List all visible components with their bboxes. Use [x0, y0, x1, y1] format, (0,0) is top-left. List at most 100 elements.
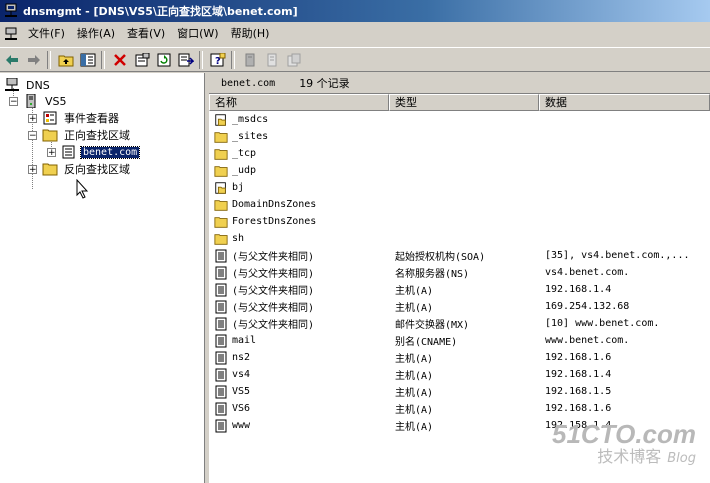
- show-tree-icon: [80, 53, 96, 66]
- record-row[interactable]: DomainDnsZones: [209, 196, 710, 213]
- up-folder-icon: [58, 55, 74, 66]
- tree-node-event-viewer[interactable]: 事件查看器: [42, 110, 121, 126]
- column-header-data[interactable]: 数据: [539, 94, 710, 111]
- record-name: VS5: [232, 386, 251, 397]
- forward-button[interactable]: [24, 50, 44, 70]
- tree-node-zone-benet[interactable]: benet.com: [61, 144, 141, 160]
- tree-node-forward-zones[interactable]: 正向查找区域: [42, 127, 132, 143]
- mouse-cursor-icon: [76, 179, 89, 199]
- expand-icon[interactable]: +: [28, 114, 37, 124]
- record-row[interactable]: _sites: [209, 128, 710, 145]
- toolbar-separator: [47, 50, 51, 69]
- tree-node-dns[interactable]: DNS: [4, 77, 52, 93]
- record-name: VS6: [232, 403, 251, 414]
- tree-node-reverse-zones[interactable]: 反向查找区域: [42, 161, 132, 177]
- menu-bar: 文件(F) 操作(A) 查看(V) 窗口(W) 帮助(H): [0, 24, 710, 44]
- record-name-cell: mail: [209, 334, 389, 348]
- menu-file[interactable]: 文件(F): [22, 25, 71, 43]
- dns-window-icon[interactable]: [3, 26, 19, 42]
- column-header-type[interactable]: 类型: [389, 94, 539, 111]
- delete-icon: [114, 53, 126, 66]
- record-row[interactable]: VS5 主机(A) 192.168.1.5: [209, 383, 710, 400]
- menu-action[interactable]: 操作(A): [71, 25, 121, 43]
- record-row[interactable]: _udp: [209, 162, 710, 179]
- record-type: 主机(A): [395, 303, 434, 314]
- record-name-cell: bj: [209, 181, 389, 195]
- folder-icon: [214, 130, 232, 144]
- record-list: _msdcs _sites _tcp _udpbj DomainDnsZones Fore…: [209, 111, 710, 434]
- record-name-cell: ForestDnsZones: [209, 215, 389, 229]
- help-button[interactable]: ?: [208, 50, 228, 70]
- show-tree-button[interactable]: [78, 50, 98, 70]
- export-icon: [178, 53, 194, 66]
- folder-icon: [214, 147, 232, 161]
- toolbar-separator: [231, 50, 235, 69]
- record-row[interactable]: mail 别名(CNAME) www.benet.com.: [209, 332, 710, 349]
- record-row[interactable]: (与父文件夹相同) 主机(A) 169.254.132.68: [209, 298, 710, 315]
- record-row[interactable]: (与父文件夹相同) 主机(A) 192.168.1.4: [209, 281, 710, 298]
- record-row[interactable]: _tcp: [209, 145, 710, 162]
- expand-icon[interactable]: +: [28, 165, 37, 175]
- menu-window[interactable]: 窗口(W): [171, 25, 224, 43]
- record-row[interactable]: (与父文件夹相同) 邮件交换器(MX) [10] www.benet.com.: [209, 315, 710, 332]
- record-icon: [214, 368, 232, 382]
- tree-label-dns: DNS: [26, 78, 50, 92]
- record-row[interactable]: ns2 主机(A) 192.168.1.6: [209, 349, 710, 366]
- expand-icon[interactable]: +: [47, 148, 56, 158]
- server-button[interactable]: [240, 50, 260, 70]
- record-name-cell: _tcp: [209, 147, 389, 161]
- delete-button[interactable]: [110, 50, 130, 70]
- record-icon: [214, 419, 232, 433]
- record-row[interactable]: _msdcs: [209, 111, 710, 128]
- record-type: 别名(CNAME): [395, 337, 458, 348]
- tree-node-server[interactable]: VS5: [23, 93, 69, 109]
- record-name: _tcp: [232, 148, 257, 159]
- record-row[interactable]: vs4 主机(A) 192.168.1.4: [209, 366, 710, 383]
- up-level-button[interactable]: [56, 50, 76, 70]
- record-name-cell: VS5: [209, 385, 389, 399]
- new-record-button[interactable]: [284, 50, 304, 70]
- toolbar-separator: [199, 50, 203, 69]
- record-row[interactable]: (与父文件夹相同) 名称服务器(NS) vs4.benet.com.: [209, 264, 710, 281]
- tree-label-reverse-zones: 反向查找区域: [64, 163, 130, 176]
- doc-button[interactable]: [262, 50, 282, 70]
- toolbar-separator: [101, 50, 105, 69]
- record-icon: [214, 351, 232, 365]
- collapse-icon[interactable]: −: [28, 131, 37, 141]
- record-icon: [214, 266, 232, 280]
- record-name-cell: _msdcs: [209, 113, 389, 127]
- column-header-name[interactable]: 名称: [209, 94, 389, 111]
- collapse-icon[interactable]: −: [9, 97, 18, 107]
- folder-icon: [214, 198, 232, 212]
- record-name-cell: VS6: [209, 402, 389, 416]
- tree-label-server: VS5: [45, 94, 67, 108]
- record-data: 192.168.1.5: [545, 386, 612, 397]
- new-record-icon: [287, 53, 301, 66]
- record-name: DomainDnsZones: [232, 199, 317, 210]
- record-row[interactable]: ForestDnsZones: [209, 213, 710, 230]
- record-name-cell: (与父文件夹相同): [209, 265, 389, 280]
- export-list-button[interactable]: [176, 50, 196, 70]
- record-name: _msdcs: [232, 114, 269, 125]
- dns-icon: [5, 78, 19, 91]
- menu-help[interactable]: 帮助(H): [225, 25, 276, 43]
- record-data: [35], vs4.benet.com.,...: [545, 250, 690, 261]
- properties-button[interactable]: [132, 50, 152, 70]
- back-button[interactable]: [2, 50, 22, 70]
- record-row[interactable]: (与父文件夹相同) 起始授权机构(SOA) [35], vs4.benet.com.…: [209, 247, 710, 264]
- console-tree[interactable]: DNS − VS5 + 事件查看器 − 正向查找区域 + benet.com +…: [0, 73, 205, 483]
- record-row[interactable]: VS6 主机(A) 192.168.1.6: [209, 400, 710, 417]
- record-row[interactable]: sh: [209, 230, 710, 247]
- result-pane[interactable]: benet.com 19 个记录 名称 类型 数据 _msdcs _sites _t…: [209, 73, 710, 483]
- record-name: (与父文件夹相同): [232, 320, 315, 331]
- record-icon: [214, 249, 232, 263]
- title-bar[interactable]: dnsmgmt - [DNS\VS5\正向查找区域\benet.com]: [0, 0, 710, 22]
- tree-label-event-viewer: 事件查看器: [64, 112, 119, 125]
- record-type: 主机(A): [395, 371, 434, 382]
- record-row[interactable]: bj: [209, 179, 710, 196]
- refresh-button[interactable]: [154, 50, 174, 70]
- menu-view[interactable]: 查看(V): [121, 25, 171, 43]
- server-icon: [26, 94, 36, 108]
- record-name: vs4: [232, 369, 251, 380]
- folder-icon: [214, 215, 232, 229]
